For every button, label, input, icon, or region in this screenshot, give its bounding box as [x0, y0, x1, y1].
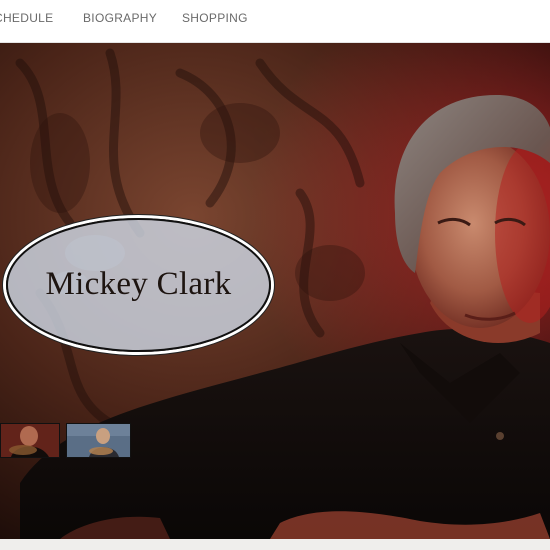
thumbnail-performer-stage[interactable] — [66, 423, 131, 458]
artist-name-badge: Mickey Clark — [6, 218, 271, 352]
artist-name: Mickey Clark — [45, 265, 232, 302]
page: CHEDULE BIOGRAPHY SHOPPING — [0, 0, 550, 550]
thumbnail-performer-guitar[interactable] — [0, 423, 60, 458]
nav-link-schedule[interactable]: CHEDULE — [0, 11, 53, 25]
top-navigation: CHEDULE BIOGRAPHY SHOPPING — [0, 0, 550, 43]
nav-link-biography[interactable]: BIOGRAPHY — [83, 11, 157, 25]
thumbnail-image — [1, 424, 59, 457]
nav-link-shopping[interactable]: SHOPPING — [182, 11, 248, 25]
bottom-strip — [0, 539, 550, 550]
thumbnail-image — [67, 424, 130, 457]
